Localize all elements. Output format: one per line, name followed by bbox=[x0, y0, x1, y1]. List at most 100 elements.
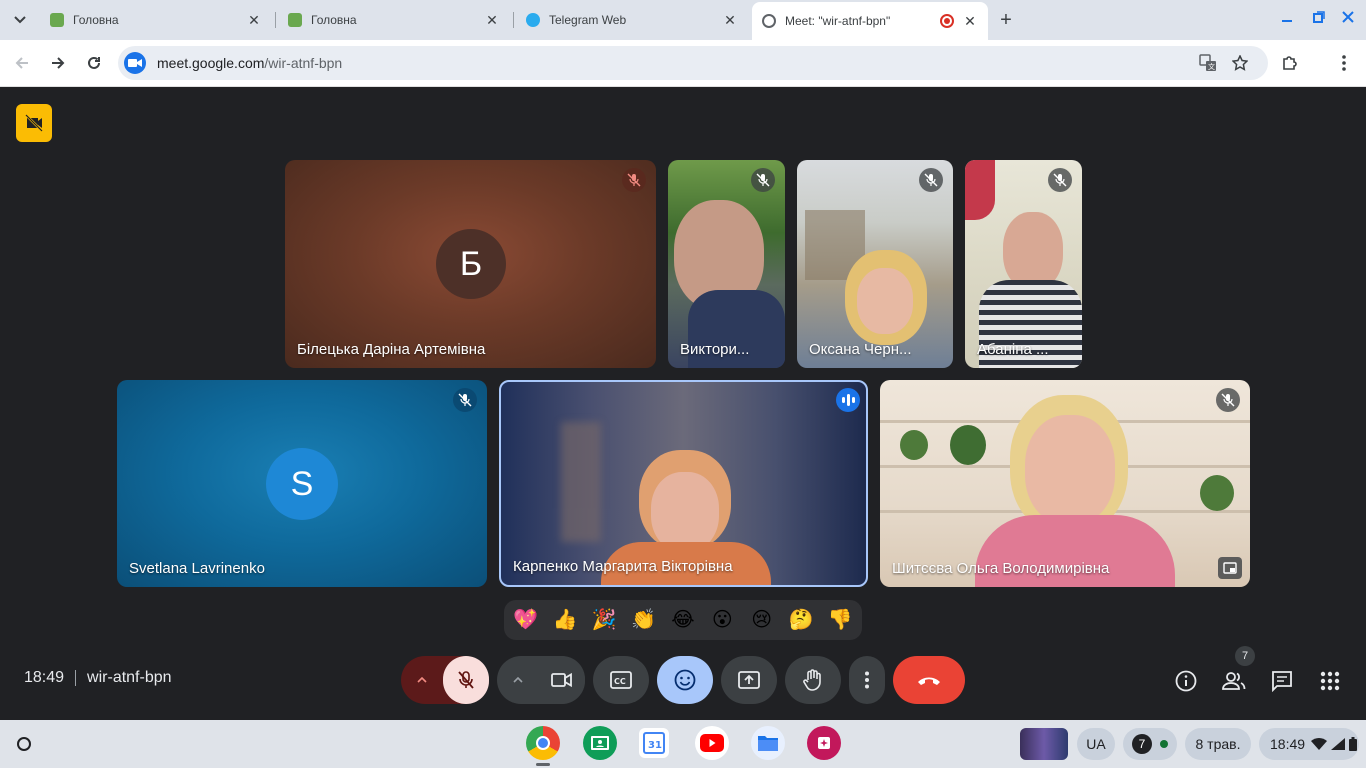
files-app[interactable] bbox=[751, 726, 785, 760]
reaction-thinking[interactable]: 🤔 bbox=[784, 603, 818, 637]
chrome-app[interactable] bbox=[526, 726, 560, 760]
emoji-reactions-button[interactable] bbox=[657, 656, 713, 704]
people-button[interactable] bbox=[1218, 665, 1250, 697]
participant-tile[interactable]: Оксана Черн... bbox=[797, 160, 953, 368]
launcher-icon bbox=[17, 737, 31, 751]
input-method-indicator[interactable]: UA bbox=[1077, 728, 1115, 760]
extensions-button[interactable] bbox=[1278, 51, 1302, 75]
tab-telegram[interactable]: Telegram Web ✕ bbox=[516, 4, 748, 36]
tab-title: Головна bbox=[311, 13, 357, 27]
end-call-button[interactable] bbox=[893, 656, 965, 704]
present-screen-button[interactable] bbox=[721, 656, 777, 704]
participant-tile[interactable]: Абаніна ... bbox=[965, 160, 1082, 368]
new-tab-button[interactable]: + bbox=[994, 8, 1018, 32]
participant-tile-active-speaker[interactable]: Карпенко Маргарита Вікторівна bbox=[499, 380, 868, 587]
speaking-indicator bbox=[836, 388, 860, 412]
canvas-app[interactable] bbox=[807, 726, 841, 760]
launcher-button[interactable] bbox=[12, 732, 36, 756]
reaction-surprised[interactable]: 😮 bbox=[705, 603, 739, 637]
present-icon bbox=[738, 671, 760, 689]
video-icon bbox=[128, 59, 142, 67]
captions-button[interactable]: CC bbox=[593, 656, 649, 704]
tab-meet-active[interactable]: Meet: "wir-atnf-bpn" ✕ bbox=[752, 2, 988, 40]
chat-button[interactable] bbox=[1266, 665, 1298, 697]
window-close-button[interactable] bbox=[1339, 8, 1357, 26]
status-area[interactable]: 18:49 bbox=[1259, 728, 1359, 760]
reaction-crying[interactable]: 😢 bbox=[745, 603, 779, 637]
pin-button[interactable] bbox=[1218, 557, 1242, 579]
camera-toggle-button[interactable] bbox=[539, 656, 585, 704]
participant-tile[interactable]: Виктори... bbox=[668, 160, 785, 368]
os-shelf: 31 UA 7 8 трав. 18:49 bbox=[0, 720, 1366, 768]
youtube-icon bbox=[700, 734, 724, 752]
participant-name: Білецька Даріна Артемівна bbox=[297, 341, 486, 358]
tab-title: Головна bbox=[73, 13, 119, 27]
more-vert-icon bbox=[865, 671, 869, 689]
arrow-left-icon bbox=[15, 57, 28, 69]
globe-icon bbox=[762, 14, 776, 28]
url-path: /wir-atnf-bpn bbox=[264, 55, 343, 71]
reactions-bar: 💖 👍 🎉 👏 😂 😮 😢 🤔 👎 bbox=[504, 600, 862, 640]
minimize-button[interactable] bbox=[1278, 8, 1296, 26]
audio-options-button[interactable] bbox=[401, 656, 443, 704]
address-bar[interactable]: meet.google.com/wir-atnf-bpn 文 bbox=[118, 46, 1268, 80]
reaction-thumbs-down[interactable]: 👎 bbox=[823, 603, 857, 637]
chrome-icon bbox=[536, 736, 550, 750]
tab-holovna-2[interactable]: Головна ✕ bbox=[278, 4, 510, 36]
youtube-app[interactable] bbox=[695, 726, 729, 760]
wifi-icon bbox=[1311, 738, 1328, 750]
mic-toggle-button[interactable] bbox=[443, 656, 489, 704]
translate-button[interactable]: 文 bbox=[1198, 53, 1218, 73]
reaction-laughing[interactable]: 😂 bbox=[666, 603, 700, 637]
mic-off-icon bbox=[756, 173, 770, 187]
participant-video bbox=[651, 472, 719, 552]
tab-holovna-1[interactable]: Головна ✕ bbox=[40, 4, 272, 36]
telegram-icon bbox=[526, 13, 540, 27]
notification-tray[interactable]: 7 bbox=[1123, 728, 1177, 760]
close-icon[interactable]: ✕ bbox=[484, 12, 500, 28]
meeting-details-button[interactable] bbox=[1170, 665, 1202, 697]
meeting-time: 18:49 bbox=[24, 669, 65, 686]
info-icon bbox=[1175, 670, 1197, 692]
raise-hand-button[interactable] bbox=[785, 656, 841, 704]
reload-button[interactable] bbox=[82, 51, 106, 75]
video-options-button[interactable] bbox=[497, 656, 539, 704]
tab-title: Telegram Web bbox=[549, 13, 627, 27]
reaction-party-popper[interactable]: 🎉 bbox=[587, 603, 621, 637]
camera-off-icon bbox=[25, 114, 43, 132]
screen-capture-thumbnail[interactable] bbox=[1020, 728, 1068, 760]
reaction-sparkling-heart[interactable]: 💖 bbox=[509, 603, 543, 637]
browser-menu-button[interactable] bbox=[1332, 51, 1356, 75]
bookmark-button[interactable] bbox=[1230, 53, 1250, 73]
close-icon[interactable]: ✕ bbox=[246, 12, 262, 28]
participant-video bbox=[1200, 475, 1234, 511]
mic-off-indicator bbox=[453, 388, 477, 412]
more-options-button[interactable] bbox=[849, 656, 885, 704]
mic-off-indicator bbox=[622, 168, 646, 192]
svg-text:文: 文 bbox=[1208, 62, 1215, 71]
avatar-initial: S bbox=[290, 464, 314, 503]
back-button[interactable] bbox=[10, 51, 34, 75]
participant-tile[interactable]: Шитєєва Ольга Володимирівна bbox=[880, 380, 1250, 587]
participant-video bbox=[561, 422, 601, 542]
avatar-initial: Б bbox=[459, 244, 483, 283]
date-tray[interactable]: 8 трав. bbox=[1185, 728, 1251, 760]
meet-site-icon[interactable] bbox=[124, 52, 146, 74]
camera-warning-button[interactable] bbox=[16, 104, 52, 142]
classroom-app[interactable] bbox=[583, 726, 617, 760]
date-label: 8 трав. bbox=[1195, 736, 1241, 752]
calendar-app[interactable]: 31 bbox=[639, 728, 669, 758]
people-icon bbox=[1222, 672, 1246, 690]
reaction-clapping[interactable]: 👏 bbox=[627, 603, 661, 637]
close-icon[interactable]: ✕ bbox=[722, 12, 738, 28]
activities-button[interactable] bbox=[1314, 665, 1346, 697]
tab-search-button[interactable] bbox=[8, 8, 32, 32]
participant-tile[interactable]: Б Білецька Даріна Артемівна bbox=[285, 160, 656, 368]
reaction-thumbs-up[interactable]: 👍 bbox=[548, 603, 582, 637]
maximize-button[interactable] bbox=[1310, 8, 1328, 26]
smiley-icon bbox=[674, 669, 696, 691]
forward-button[interactable] bbox=[46, 51, 70, 75]
participant-tile[interactable]: S Svetlana Lavrinenko bbox=[117, 380, 487, 587]
close-icon[interactable]: ✕ bbox=[962, 13, 978, 29]
browser-toolbar: meet.google.com/wir-atnf-bpn 文 bbox=[0, 40, 1366, 87]
